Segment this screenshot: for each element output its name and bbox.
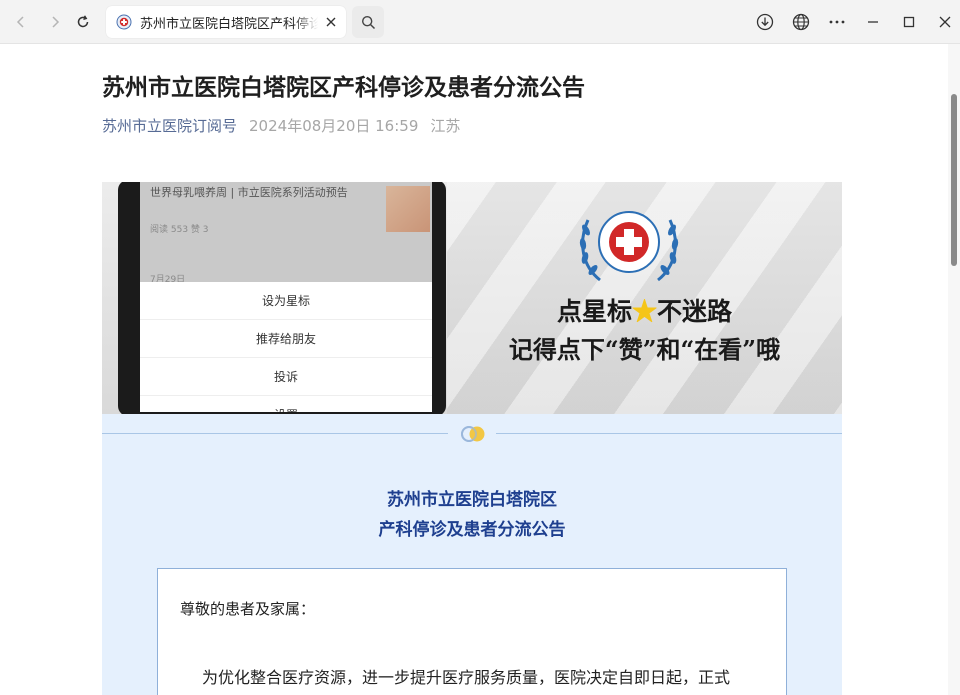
star-reminder-banner: 世界母乳喂养周 | 市立医院系列活动预告 阅读 553 赞 3 7月29日 设为…: [102, 182, 842, 414]
scrollbar-thumb[interactable]: [951, 94, 957, 266]
minimize-button[interactable]: [860, 9, 886, 35]
slogan-line-1: 点星标★不迷路: [447, 292, 842, 328]
page-scrollbar[interactable]: [948, 44, 960, 695]
reload-button[interactable]: [70, 9, 96, 35]
forward-arrow-icon: [52, 16, 60, 28]
download-icon: [756, 13, 774, 31]
star-icon: ★: [631, 297, 657, 326]
publish-time: 2024年08月20日 16:59: [249, 117, 419, 135]
maximize-button[interactable]: [896, 9, 922, 35]
feed-article-stats: 阅读 553 赞 3: [150, 225, 209, 235]
close-window-button[interactable]: [932, 9, 958, 35]
publish-location: 江苏: [430, 117, 461, 135]
hospital-logo: [579, 211, 679, 282]
account-name-link[interactable]: 苏州市立医院订阅号: [102, 115, 237, 136]
search-icon: [361, 15, 375, 29]
divider-left: [102, 433, 448, 434]
hospital-favicon-icon: [116, 14, 132, 30]
active-tab[interactable]: 苏州市立医院白塔院区产科停诊及患者分流公告: [106, 6, 346, 38]
rings-ornament-icon: [461, 426, 485, 442]
downloads-button[interactable]: [752, 9, 778, 35]
phone-screen: 世界母乳喂养周 | 市立医院系列活动预告 阅读 553 赞 3 7月29日 设为…: [140, 182, 432, 412]
feed-article-title: 世界母乳喂养周 | 市立医院系列活动预告: [150, 186, 348, 199]
close-window-icon: [939, 16, 951, 28]
slogan-line-2: 记得点下“赞”和“在看”哦: [508, 335, 781, 364]
more-dots-icon: [829, 20, 845, 24]
globe-icon: [792, 13, 810, 31]
notice-title-line-1: 苏州市立医院白塔院区: [387, 490, 557, 510]
notice-letter-box: 尊敬的患者及家属： 为优化整合医疗资源，进一步提升医疗服务质量，医院决定自即日起…: [157, 568, 787, 695]
menu-item-star: 设为星标: [140, 282, 432, 320]
maximize-icon: [903, 16, 915, 28]
notice-salutation: 尊敬的患者及家属：: [180, 600, 316, 618]
back-button[interactable]: [8, 9, 34, 35]
phone-feed: 世界母乳喂养周 | 市立医院系列活动预告 阅读 553 赞 3 7月29日: [140, 182, 432, 285]
notice-title-line-2: 产科停诊及患者分流公告: [378, 520, 566, 540]
phone-mockup: 世界母乳喂养周 | 市立医院系列活动预告 阅读 553 赞 3 7月29日 设为…: [118, 182, 446, 414]
translate-button[interactable]: [788, 9, 814, 35]
notice-body-text: 为优化整合医疗资源，进一步提升医疗服务质量，医院决定自即日起，正式: [202, 668, 731, 687]
tab-close-button[interactable]: [322, 13, 340, 31]
reload-icon: [77, 15, 89, 28]
close-icon: [326, 17, 336, 27]
browser-titlebar: 苏州市立医院白塔院区产科停诊及患者分流公告: [0, 0, 960, 44]
article-meta: 苏州市立医院订阅号 2024年08月20日 16:59 江苏: [102, 115, 460, 136]
article-title: 苏州市立医院白塔院区产科停诊及患者分流公告: [102, 75, 585, 101]
menu-item-report: 投诉: [140, 358, 432, 396]
tab-search-button[interactable]: [352, 6, 384, 38]
menu-item-share: 推荐给朋友: [140, 320, 432, 358]
slogan-text-b: 不迷路: [657, 297, 733, 326]
more-menu-button[interactable]: [824, 9, 850, 35]
divider-right: [496, 433, 842, 434]
phone-action-menu: 设为星标 推荐给朋友 投诉 设置: [140, 282, 432, 412]
feed-thumbnail: [386, 186, 430, 232]
minimize-icon: [868, 21, 878, 23]
notice-section: 苏州市立医院白塔院区 产科停诊及患者分流公告 尊敬的患者及家属： 为优化整合医疗…: [102, 414, 842, 695]
menu-item-settings: 设置: [140, 396, 432, 412]
forward-button[interactable]: [42, 9, 68, 35]
back-arrow-icon: [16, 16, 24, 28]
slogan-text-a: 点星标: [556, 297, 632, 326]
tab-title: 苏州市立医院白塔院区产科停诊及患者分流公告: [140, 16, 318, 32]
